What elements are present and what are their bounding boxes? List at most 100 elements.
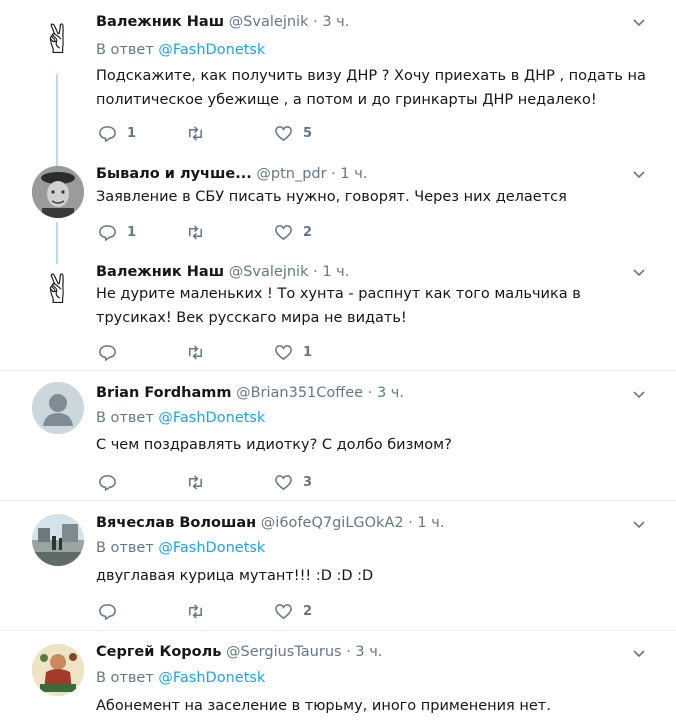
street-photo-avatar[interactable] — [32, 514, 84, 566]
tweet-actions: 1 5 — [98, 123, 518, 143]
tweet-actions: 2 — [98, 601, 518, 621]
tweet[interactable]: ✌ Валежник Наш @Svalejnik · 3 ч. В ответ… — [0, 0, 676, 160]
reply-prefix: В ответ — [96, 410, 154, 426]
tweet-text: Подскажите, как получить визу ДНР ? Хочу… — [96, 68, 646, 108]
author-name[interactable]: Brian Fordhamm — [96, 385, 231, 401]
heart-icon — [275, 224, 292, 240]
victory-hand-emoji[interactable]: ✌ — [32, 14, 84, 66]
author-name[interactable]: Валежник Наш — [96, 264, 224, 280]
separator-dot: · — [408, 515, 413, 531]
victory-hand-emoji[interactable]: ✌ — [32, 264, 84, 316]
like-count: 2 — [303, 603, 313, 619]
author-handle[interactable]: @Svalejnik — [229, 264, 309, 280]
author-handle[interactable]: @Svalejnik — [229, 14, 309, 30]
tweet-text: С чем поздравлять идиотку? С долбо бизмо… — [96, 437, 452, 453]
illustration-image — [32, 644, 84, 696]
timestamp[interactable]: 3 ч. — [377, 385, 404, 401]
author-name[interactable]: Вячеслав Волошан — [96, 515, 256, 531]
tweet-header: Вячеслав Волошан @i6ofeQ7giLGOkA2 · 1 ч. — [96, 513, 444, 533]
reply-button[interactable]: 1 — [98, 222, 136, 242]
illustration-avatar[interactable] — [32, 644, 84, 696]
separator-dot: · — [367, 385, 373, 401]
timestamp[interactable]: 3 ч. — [355, 644, 382, 660]
chevron-down-icon[interactable] — [632, 647, 646, 661]
retweet-icon — [189, 125, 202, 141]
heart-icon — [275, 603, 292, 619]
tweet-actions: 3 — [98, 472, 518, 492]
reply-icon — [99, 603, 116, 620]
reply-to-link[interactable]: @FashDonetsk — [158, 410, 265, 426]
timestamp[interactable]: 1 ч. — [417, 515, 444, 531]
reply-to-link[interactable]: @FashDonetsk — [158, 42, 265, 58]
reply-to-link[interactable]: @FashDonetsk — [158, 670, 265, 686]
author-name[interactable]: Сергей Король — [96, 644, 221, 660]
reply-icon — [99, 344, 116, 361]
timestamp[interactable]: 3 ч. — [322, 14, 349, 30]
reply-icon — [99, 474, 116, 491]
tweet-header: Сергей Король @SergiusTaurus · 3 ч. — [96, 642, 382, 662]
tweet[interactable]: Сергей Король @SergiusTaurus · 3 ч. В от… — [0, 631, 676, 721]
reply-prefix: В ответ — [96, 42, 154, 58]
tweet[interactable]: ✌ Валежник Наш @Svalejnik · 1 ч. Не дури… — [0, 258, 676, 370]
tweet[interactable]: Бывало и лучше... @ptn_pdr · 1 ч. Заявле… — [0, 160, 676, 258]
tweet-text: двуглавая курица мутант!!! :D :D :D — [96, 568, 374, 584]
reply-count: 1 — [127, 224, 137, 240]
author-handle[interactable]: @i6ofeQ7giLGOkA2 — [261, 515, 404, 531]
reply-icon — [99, 224, 116, 241]
author-handle[interactable]: @Brian351Coffee — [236, 385, 363, 401]
chevron-down-icon[interactable] — [632, 168, 646, 182]
heart-icon — [275, 344, 292, 360]
reply-icon — [99, 125, 116, 142]
reply-prefix: В ответ — [96, 670, 154, 686]
tweet-header: Валежник Наш @Svalejnik · 1 ч. — [96, 262, 349, 282]
chevron-down-icon[interactable] — [632, 388, 646, 402]
author-handle[interactable]: @ptn_pdr — [256, 166, 326, 182]
retweet-button[interactable] — [186, 342, 215, 362]
reply-context: В ответ @FashDonetsk — [96, 40, 265, 60]
reply-button[interactable] — [98, 472, 127, 492]
chevron-down-icon[interactable] — [632, 266, 646, 280]
author-name[interactable]: Бывало и лучше... — [96, 166, 252, 182]
like-button[interactable]: 5 — [274, 123, 312, 143]
reply-to-link[interactable]: @FashDonetsk — [158, 540, 265, 556]
retweet-button[interactable] — [186, 123, 215, 143]
portrait-photo — [32, 166, 84, 218]
bw-photo-avatar[interactable] — [32, 166, 84, 218]
chevron-down-icon[interactable] — [632, 518, 646, 532]
like-count: 1 — [303, 344, 313, 360]
reply-context: В ответ @FashDonetsk — [96, 538, 265, 558]
separator-dot: · — [313, 264, 318, 280]
tweet-actions: 1 — [98, 342, 518, 362]
like-button[interactable]: 2 — [274, 601, 312, 621]
tweet[interactable]: Вячеслав Волошан @i6ofeQ7giLGOkA2 · 1 ч.… — [0, 501, 676, 630]
default-avatar[interactable] — [32, 382, 84, 434]
tweet[interactable]: Brian Fordhamm @Brian351Coffee · 3 ч. В … — [0, 371, 676, 500]
separator-dot: · — [331, 166, 336, 182]
author-name[interactable]: Валежник Наш — [96, 14, 224, 30]
retweet-button[interactable] — [186, 222, 215, 242]
like-count: 3 — [303, 474, 313, 490]
tweet-text: Заявление в СБУ писать нужно, говорят. Ч… — [96, 189, 567, 205]
like-button[interactable]: 1 — [274, 342, 312, 362]
retweet-button[interactable] — [186, 472, 215, 492]
timestamp[interactable]: 1 ч. — [322, 264, 349, 280]
chevron-down-icon[interactable] — [632, 16, 646, 30]
heart-icon — [275, 125, 292, 141]
default-profile-silhouette — [32, 382, 84, 434]
like-button[interactable]: 3 — [274, 472, 312, 492]
like-button[interactable]: 2 — [274, 222, 312, 242]
reply-prefix: В ответ — [96, 540, 154, 556]
author-handle[interactable]: @SergiusTaurus — [226, 644, 342, 660]
tweet-text: Не дурите маленьких ! То хунта - распнут… — [96, 286, 581, 326]
reply-button[interactable] — [98, 601, 127, 621]
timestamp[interactable]: 1 ч. — [340, 166, 367, 182]
reply-context: В ответ @FashDonetsk — [96, 668, 265, 688]
reply-button[interactable]: 1 — [98, 123, 136, 143]
retweet-icon — [189, 224, 202, 240]
reply-context: В ответ @FashDonetsk — [96, 408, 265, 428]
tweet-header: Бывало и лучше... @ptn_pdr · 1 ч. — [96, 164, 367, 184]
tweet-actions: 1 2 — [98, 222, 518, 242]
reply-count: 1 — [127, 125, 137, 141]
reply-button[interactable] — [98, 342, 127, 362]
retweet-button[interactable] — [186, 601, 215, 621]
